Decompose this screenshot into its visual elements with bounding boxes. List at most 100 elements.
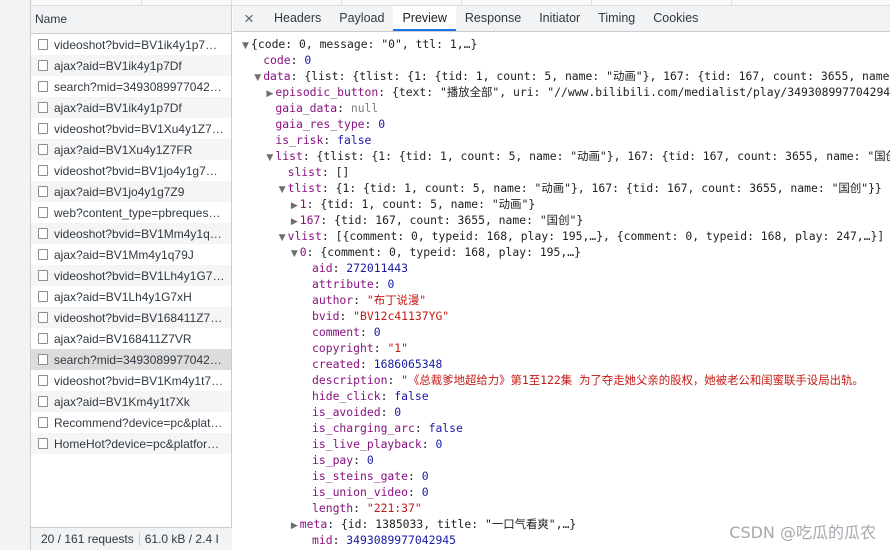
tab-headers[interactable]: Headers — [265, 6, 330, 31]
request-name: videoshot?bvid=BV1Mm4y1q… — [54, 226, 222, 241]
request-row[interactable]: videoshot?bvid=BV1Lh4y1G7… — [31, 265, 231, 286]
document-icon — [38, 144, 48, 155]
tab-timing[interactable]: Timing — [589, 6, 644, 31]
tab-payload[interactable]: Payload — [330, 6, 393, 31]
json-value: {tid: 167, count: 3655, name: "国创"} — [334, 213, 584, 227]
request-row[interactable]: ajax?aid=BV1Km4y1t7Xk — [31, 391, 231, 412]
json-key: episodic_button — [275, 85, 379, 99]
expand-down-icon[interactable]: ▼ — [264, 150, 275, 164]
json-tree-line: created: 1686065348 — [312, 357, 443, 371]
tab-preview[interactable]: Preview — [393, 6, 456, 31]
json-tree-line[interactable]: ▶ 1: {tid: 1, count: 5, name: "动画"} — [233, 196, 890, 212]
expand-down-icon[interactable]: ▼ — [277, 230, 288, 244]
request-name: web?content_type=pbreques… — [54, 205, 221, 220]
json-tree-line[interactable]: ▼ list: {tlist: {1: {tid: 1, count: 5, na… — [233, 148, 890, 164]
json-tree-line: gaia_res_type: 0 — [275, 117, 386, 131]
json-key: list — [275, 149, 303, 163]
json-key: created — [312, 357, 361, 371]
request-name: videoshot?bvid=BV168411Z7… — [54, 310, 223, 325]
json-key: gaia_data — [275, 101, 338, 115]
json-key: aid — [312, 261, 333, 275]
tab-initiator[interactable]: Initiator — [530, 6, 589, 31]
json-value: 0 — [421, 469, 429, 483]
request-row[interactable]: Recommend?device=pc&plat… — [31, 412, 231, 433]
devtools-sidebar-strip — [0, 0, 31, 550]
json-key: attribute — [312, 277, 374, 291]
expand-down-icon[interactable]: ▼ — [289, 246, 300, 260]
json-key: bvid — [312, 309, 340, 323]
request-row[interactable]: search?mid=3493089977042… — [31, 349, 231, 370]
document-icon — [38, 186, 48, 197]
json-key: is_pay — [312, 453, 354, 467]
json-tree-line: hide_click: false — [312, 389, 429, 403]
document-icon — [38, 102, 48, 113]
json-root-summary: {code: 0, message: "0", ttl: 1,…} — [251, 37, 478, 51]
request-row[interactable]: videoshot?bvid=BV1Mm4y1q… — [31, 223, 231, 244]
request-row[interactable]: web?content_type=pbreques… — [31, 202, 231, 223]
json-tree-line: attribute: 0 — [312, 277, 395, 291]
request-list: Name videoshot?bvid=BV1ik4y1p7… ajax?aid=… — [31, 6, 232, 550]
json-value: "《总裁爹地超给力》第1至122集 为了夺走她父亲的股权，她被老公和闺蜜联手设局… — [401, 373, 864, 387]
json-value: {tlist: {1: {tid: 1, count: 5, name: "动画… — [316, 149, 890, 163]
json-tree-line[interactable]: ▼ data: {list: {tlist: {1: {tid: 1, count… — [233, 68, 890, 84]
request-row[interactable]: videoshot?bvid=BV1ik4y1p7… — [31, 34, 231, 55]
request-name: ajax?aid=BV168411Z7VR — [54, 331, 192, 346]
tab-cookies[interactable]: Cookies — [644, 6, 707, 31]
json-value: 0 — [421, 485, 429, 499]
json-tree-line[interactable]: ▼ tlist: {1: {tid: 1, count: 5, name: "动画… — [233, 180, 890, 196]
json-value: 0 — [304, 53, 312, 67]
document-icon — [38, 249, 48, 260]
json-tree-line[interactable]: ▼ 0: {comment: 0, typeid: 168, play: 195,… — [233, 244, 890, 260]
request-name: ajax?aid=BV1ik4y1p7Df — [54, 100, 182, 115]
json-key: author — [312, 293, 354, 307]
tab-response[interactable]: Response — [456, 6, 530, 31]
name-column-header[interactable]: Name — [31, 6, 231, 34]
json-value: 3493089977042945 — [346, 533, 457, 547]
request-row[interactable]: ajax?aid=BV1jo4y1g7Z9 — [31, 181, 231, 202]
collapse-right-icon[interactable]: ▶ — [289, 214, 300, 228]
json-tree-line[interactable]: ▼ vlist: [{comment: 0, typeid: 168, play:… — [233, 228, 890, 244]
expand-down-icon[interactable]: ▼ — [240, 38, 251, 52]
request-row[interactable]: search?mid=3493089977042… — [31, 76, 231, 97]
json-tree-line[interactable]: ▶ episodic_button: {text: "播放全部", uri: "/… — [233, 84, 890, 100]
collapse-right-icon[interactable]: ▶ — [264, 86, 275, 100]
request-row[interactable]: ajax?aid=BV1ik4y1p7Df — [31, 55, 231, 76]
request-row[interactable]: ajax?aid=BV1Lh4y1G7xH — [31, 286, 231, 307]
json-value: null — [350, 101, 379, 115]
request-detail-panel: × Headers Payload Preview Response Initi… — [233, 6, 890, 550]
json-tree-line: is_union_video: 0 — [312, 485, 429, 499]
json-key: slist — [287, 165, 322, 179]
json-key: description — [312, 373, 388, 387]
request-row[interactable]: ajax?aid=BV1ik4y1p7Df — [31, 97, 231, 118]
collapse-right-icon[interactable]: ▶ — [289, 518, 300, 532]
expand-down-icon[interactable]: ▼ — [252, 70, 263, 84]
json-key: copyright — [312, 341, 374, 355]
json-key: mid — [312, 533, 333, 547]
network-status-bar: 20 / 161 requests 61.0 kB / 2.4 I — [31, 527, 232, 550]
request-row[interactable]: ajax?aid=BV1Mm4y1q79J — [31, 244, 231, 265]
expand-down-icon[interactable]: ▼ — [277, 182, 288, 196]
request-row[interactable]: videoshot?bvid=BV168411Z7… — [31, 307, 231, 328]
request-row[interactable]: videoshot?bvid=BV1jo4y1g7… — [31, 160, 231, 181]
document-icon — [38, 333, 48, 344]
request-rows: videoshot?bvid=BV1ik4y1p7… ajax?aid=BV1ik… — [31, 34, 231, 454]
collapse-right-icon[interactable]: ▶ — [289, 198, 300, 212]
json-key: comment — [312, 325, 361, 339]
json-key: length — [312, 501, 354, 515]
json-value: "BV12c41137YG" — [353, 309, 450, 323]
request-row[interactable]: videoshot?bvid=BV1Xu4y1Z7… — [31, 118, 231, 139]
request-row[interactable]: ajax?aid=BV168411Z7VR — [31, 328, 231, 349]
document-icon — [38, 39, 48, 50]
detail-tab-bar: × Headers Payload Preview Response Initi… — [233, 6, 890, 32]
request-row[interactable]: HomeHot?device=pc&platfor… — [31, 433, 231, 454]
json-key: is_avoided — [312, 405, 381, 419]
document-icon — [38, 81, 48, 92]
request-row[interactable]: videoshot?bvid=BV1Km4y1t7… — [31, 370, 231, 391]
json-value: false — [337, 133, 372, 147]
json-key: is_union_video — [312, 485, 409, 499]
json-tree-line[interactable]: ▼ {code: 0, message: "0", ttl: 1,…} — [233, 36, 890, 52]
close-icon[interactable]: × — [233, 6, 265, 31]
json-tree-line[interactable]: ▶ 167: {tid: 167, count: 3655, name: "国创"… — [233, 212, 890, 228]
request-row[interactable]: ajax?aid=BV1Xu4y1Z7FR — [31, 139, 231, 160]
request-name: Recommend?device=pc&plat… — [54, 415, 223, 430]
